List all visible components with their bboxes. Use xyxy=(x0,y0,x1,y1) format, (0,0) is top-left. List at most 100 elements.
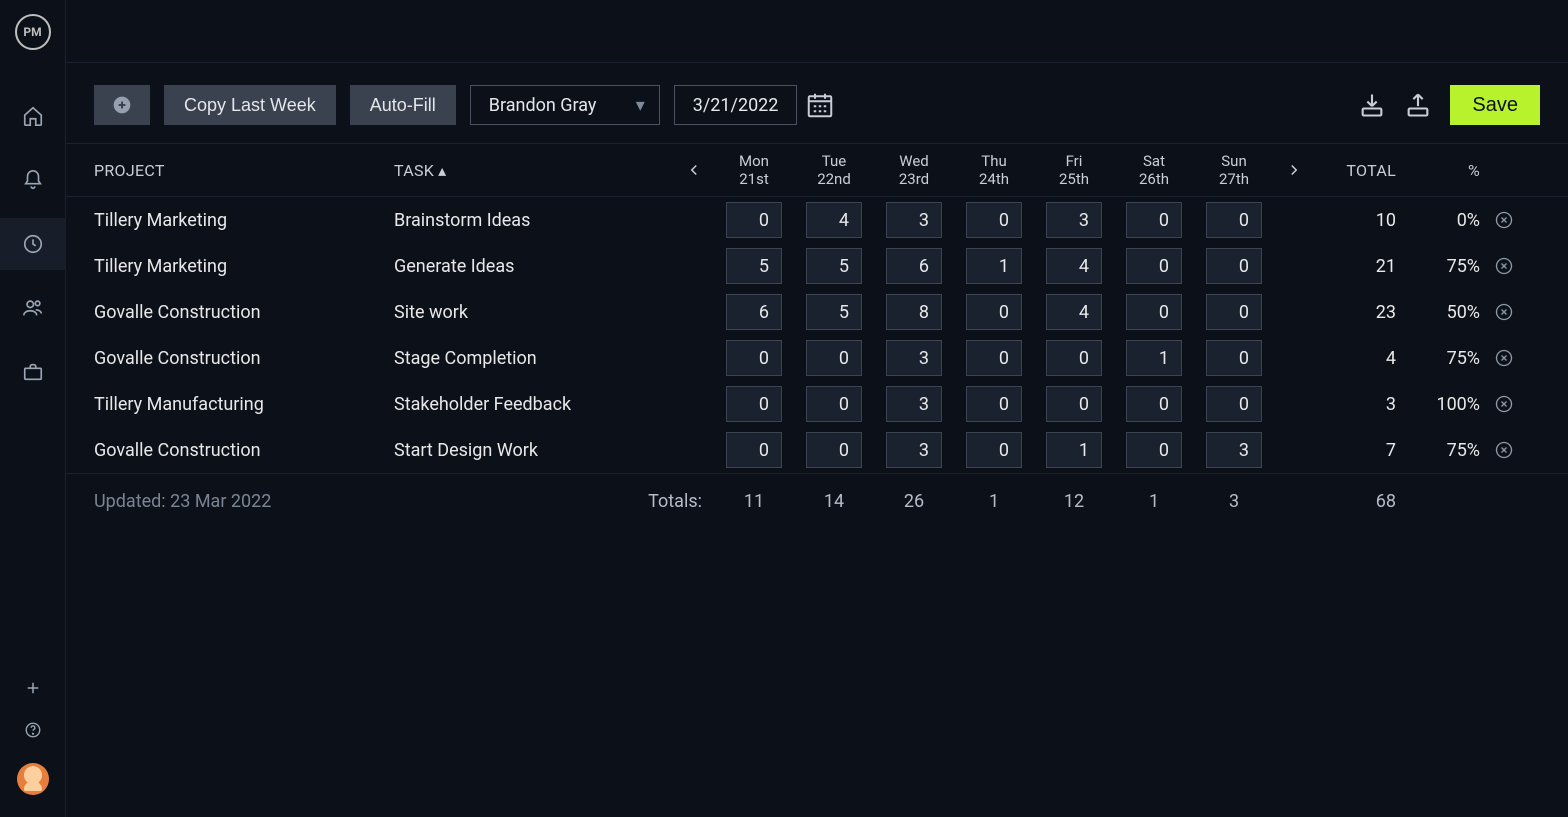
hour-input[interactable]: 0 xyxy=(1126,386,1182,422)
delete-row-button[interactable] xyxy=(1484,210,1524,230)
hour-input[interactable]: 0 xyxy=(1126,294,1182,330)
hour-cell-wrap: 1 xyxy=(1114,340,1194,376)
hour-input[interactable]: 3 xyxy=(886,202,942,238)
hour-input[interactable]: 0 xyxy=(726,340,782,376)
hour-input[interactable]: 3 xyxy=(1046,202,1102,238)
save-button[interactable]: Save xyxy=(1450,85,1540,125)
nav-timesheet[interactable] xyxy=(0,218,66,270)
hour-input[interactable]: 3 xyxy=(886,340,942,376)
hour-input[interactable]: 5 xyxy=(806,294,862,330)
hour-input[interactable]: 0 xyxy=(966,294,1022,330)
row-percent: 50% xyxy=(1404,302,1484,323)
auto-fill-button[interactable]: Auto-Fill xyxy=(350,85,456,125)
total-sun: 3 xyxy=(1194,491,1274,512)
nav-briefcase[interactable] xyxy=(0,346,66,398)
hour-input[interactable]: 6 xyxy=(726,294,782,330)
plus-circle-icon xyxy=(112,95,132,115)
export-button[interactable] xyxy=(1404,91,1432,119)
chevron-left-icon xyxy=(685,161,703,179)
hour-input[interactable]: 5 xyxy=(806,248,862,284)
user-select[interactable]: Brandon Gray ▾ xyxy=(470,85,660,125)
hour-cell-wrap: 0 xyxy=(1034,340,1114,376)
hour-cell-wrap: 0 xyxy=(1194,386,1274,422)
delete-row-button[interactable] xyxy=(1484,394,1524,414)
hour-input[interactable]: 3 xyxy=(1206,432,1262,468)
add-row-button[interactable] xyxy=(94,85,150,125)
nav-people[interactable] xyxy=(0,282,66,334)
hour-input[interactable]: 0 xyxy=(966,386,1022,422)
row-percent: 75% xyxy=(1404,440,1484,461)
hour-input[interactable]: 0 xyxy=(806,386,862,422)
hour-cell-wrap: 1 xyxy=(954,248,1034,284)
hour-input[interactable]: 0 xyxy=(1206,386,1262,422)
delete-row-button[interactable] xyxy=(1484,440,1524,460)
hour-input[interactable]: 1 xyxy=(966,248,1022,284)
hour-input[interactable]: 0 xyxy=(1126,432,1182,468)
col-project[interactable]: PROJECT xyxy=(94,161,394,180)
hour-input[interactable]: 0 xyxy=(1206,294,1262,330)
close-circle-icon xyxy=(1494,394,1514,414)
cell-project: Tillery Marketing xyxy=(94,256,394,277)
hour-input[interactable]: 0 xyxy=(806,340,862,376)
nav-home[interactable] xyxy=(0,90,66,142)
hour-input[interactable]: 0 xyxy=(1206,248,1262,284)
hour-input[interactable]: 4 xyxy=(1046,294,1102,330)
col-day-tue: Tue22nd xyxy=(794,152,874,188)
total-thu: 1 xyxy=(954,491,1034,512)
nav-help[interactable] xyxy=(24,721,42,743)
hour-cell-wrap: 3 xyxy=(874,432,954,468)
delete-row-button[interactable] xyxy=(1484,348,1524,368)
nav-notifications[interactable] xyxy=(0,154,66,206)
row-percent: 0% xyxy=(1404,210,1484,231)
hour-input[interactable]: 4 xyxy=(1046,248,1102,284)
hour-input[interactable]: 3 xyxy=(886,386,942,422)
cell-task: Start Design Work xyxy=(394,440,674,461)
hour-input[interactable]: 1 xyxy=(1126,340,1182,376)
col-day-sun: Sun27th xyxy=(1194,152,1274,188)
hour-cell-wrap: 3 xyxy=(1194,432,1274,468)
col-total: TOTAL xyxy=(1314,161,1404,180)
calendar-button[interactable] xyxy=(805,90,835,120)
col-day-fri: Fri25th xyxy=(1034,152,1114,188)
briefcase-icon xyxy=(22,361,44,383)
import-button[interactable] xyxy=(1358,91,1386,119)
hour-input[interactable]: 0 xyxy=(1046,340,1102,376)
user-avatar[interactable] xyxy=(17,763,49,795)
hour-input[interactable]: 0 xyxy=(726,386,782,422)
hour-input[interactable]: 0 xyxy=(726,432,782,468)
col-day-thu: Thu24th xyxy=(954,152,1034,188)
hour-input[interactable]: 0 xyxy=(726,202,782,238)
table-row: Tillery ManufacturingStakeholder Feedbac… xyxy=(66,381,1568,427)
hour-input[interactable]: 0 xyxy=(1126,202,1182,238)
hour-input[interactable]: 0 xyxy=(966,432,1022,468)
hour-input[interactable]: 0 xyxy=(1046,386,1102,422)
hour-input[interactable]: 0 xyxy=(1206,202,1262,238)
hour-cell-wrap: 0 xyxy=(954,432,1034,468)
prev-week-button[interactable] xyxy=(674,161,714,179)
hour-input[interactable]: 1 xyxy=(1046,432,1102,468)
hour-cell-wrap: 4 xyxy=(1034,248,1114,284)
delete-row-button[interactable] xyxy=(1484,302,1524,322)
hour-input[interactable]: 8 xyxy=(886,294,942,330)
hour-input[interactable]: 0 xyxy=(966,340,1022,376)
user-select-label: Brandon Gray xyxy=(489,95,597,116)
hour-input[interactable]: 0 xyxy=(1206,340,1262,376)
hour-input[interactable]: 6 xyxy=(886,248,942,284)
hour-input[interactable]: 0 xyxy=(1126,248,1182,284)
hour-input[interactable]: 0 xyxy=(966,202,1022,238)
copy-last-week-button[interactable]: Copy Last Week xyxy=(164,85,336,125)
delete-row-button[interactable] xyxy=(1484,256,1524,276)
next-week-button[interactable] xyxy=(1274,161,1314,179)
nav-add[interactable] xyxy=(24,679,42,701)
hour-cell-wrap: 6 xyxy=(874,248,954,284)
hour-input[interactable]: 4 xyxy=(806,202,862,238)
date-input[interactable]: 3/21/2022 xyxy=(674,85,798,125)
hour-cell-wrap: 0 xyxy=(794,432,874,468)
row-total: 23 xyxy=(1314,302,1404,323)
row-percent: 75% xyxy=(1404,348,1484,369)
hour-input[interactable]: 0 xyxy=(806,432,862,468)
hour-input[interactable]: 5 xyxy=(726,248,782,284)
hour-input[interactable]: 3 xyxy=(886,432,942,468)
col-task[interactable]: TASK ▴ xyxy=(394,161,674,180)
sidebar-bottom xyxy=(17,679,49,817)
